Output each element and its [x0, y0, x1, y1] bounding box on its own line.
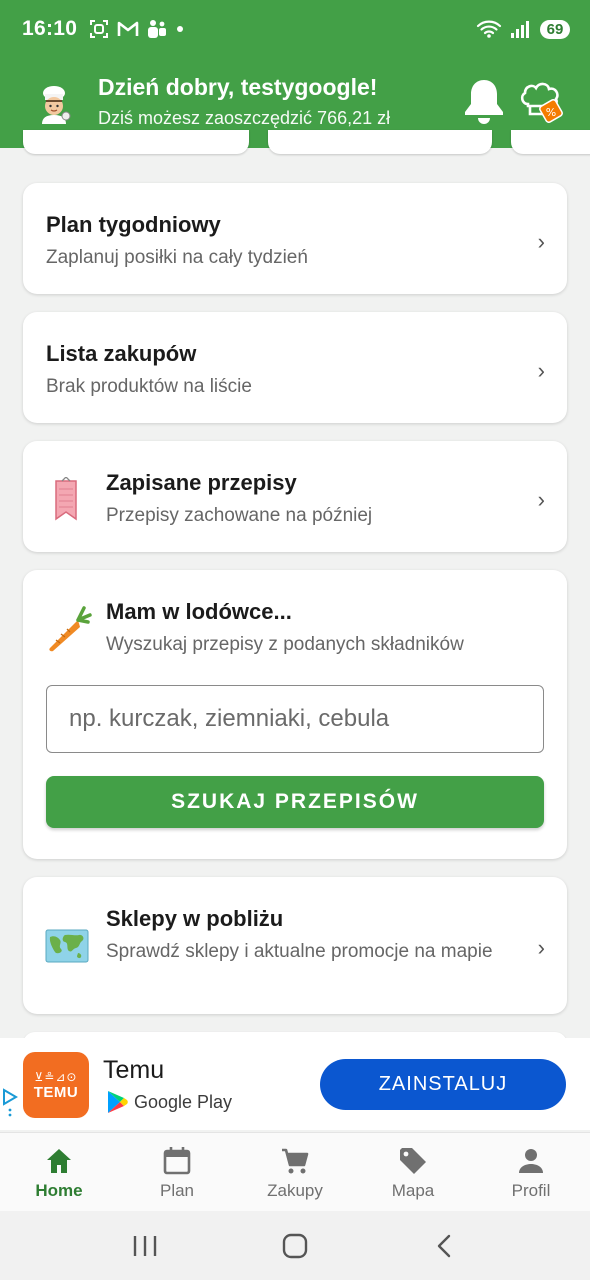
card-title: Plan tygodniowy [46, 212, 221, 237]
nav-label: Zakupy [267, 1181, 323, 1200]
fridge-search-card: Mam w lodówce... Wyszukaj przepisy z pod… [23, 570, 567, 859]
nav-item-home[interactable]: Home [0, 1133, 118, 1211]
google-play-icon [108, 1091, 128, 1113]
chef-hat-discount-icon[interactable]: % [518, 78, 564, 126]
tag-icon [400, 1148, 426, 1174]
wifi-icon [476, 20, 502, 38]
card-subtitle: Wyszukaj przepisy z podanych składników [106, 634, 464, 655]
search-recipes-button[interactable]: SZUKAJ PRZEPISÓW [46, 776, 544, 828]
ad-banner[interactable]: ⊻≗⊿⊙ TEMU Temu Google Play ZAINSTALUJ [0, 1038, 590, 1130]
shopping-list-card[interactable]: Lista zakupów Brak produktów na liście › [23, 312, 567, 423]
chevron-right-icon: › [537, 358, 545, 383]
person-icon [519, 1149, 543, 1173]
back-icon[interactable] [430, 1233, 460, 1259]
bell-icon[interactable] [460, 76, 508, 126]
status-time: 16:10 [22, 17, 78, 40]
saved-recipes-card[interactable]: Zapisane przepisy Przepisy zachowane na … [23, 441, 567, 552]
home-icon [47, 1149, 71, 1173]
chevron-right-icon: › [537, 229, 545, 254]
calendar-icon [163, 1147, 191, 1175]
carrot-icon [49, 606, 92, 652]
ingredients-input-placeholder: np. kurczak, ziemniaki, cebula [69, 705, 390, 732]
chevron-right-icon: › [537, 487, 545, 512]
chef-avatar-icon [42, 86, 71, 124]
dot-icon [177, 26, 184, 32]
scrolled-card-peek [511, 130, 590, 154]
battery-icon: 69 [540, 19, 570, 39]
card-title: Mam w lodówce... [106, 599, 292, 624]
notification-icons [89, 19, 185, 39]
gmail-icon [117, 21, 139, 36]
nearby-stores-card[interactable]: Sklepy w pobliżu Sprawdź sklepy i aktual… [23, 877, 567, 1014]
nav-label: Mapa [391, 1181, 435, 1200]
bookmark-icon [55, 477, 77, 521]
card-subtitle: Sprawdź sklepy i aktualne promocje na ma… [106, 941, 493, 962]
chevron-right-icon: › [537, 935, 545, 960]
temu-logo-text: TEMU [33, 1083, 79, 1101]
ingredients-input[interactable]: np. kurczak, ziemniaki, cebula [46, 685, 544, 753]
nav-label: Plan [159, 1181, 195, 1200]
install-button[interactable]: ZAINSTALUJ [320, 1059, 566, 1110]
recents-icon[interactable] [130, 1233, 160, 1259]
ad-app-name: Temu [103, 1056, 165, 1084]
teams-icon [148, 20, 167, 38]
system-navigation-bar [0, 1211, 590, 1280]
world-map-icon [45, 929, 89, 963]
nav-label: Profil [511, 1181, 551, 1200]
card-subtitle: Brak produktów na liście [46, 376, 252, 397]
screenshot-icon [90, 20, 109, 38]
nav-item-shopping[interactable]: Zakupy [236, 1133, 354, 1211]
ad-choices-icon[interactable] [2, 1088, 18, 1118]
home-button-icon[interactable] [280, 1233, 310, 1259]
nav-item-profile[interactable]: Profil [472, 1133, 590, 1211]
weekly-plan-card[interactable]: Plan tygodniowy Zaplanuj posiłki na cały… [23, 183, 567, 294]
signal-icon [511, 21, 529, 38]
temu-logo-glyphs: ⊻≗⊿⊙ [34, 1069, 78, 1084]
nav-item-plan[interactable]: Plan [118, 1133, 236, 1211]
temu-app-logo[interactable]: ⊻≗⊿⊙ TEMU [23, 1052, 89, 1118]
status-bar: 16:10 69 [0, 0, 590, 58]
card-title: Lista zakupów [46, 341, 197, 366]
savings-text: Dziś możesz zaoszczędzić 766,21 zł [98, 108, 391, 128]
scrolled-card-peek [23, 130, 249, 154]
system-status-icons: 69 [476, 19, 570, 39]
greeting-title: Dzień dobry, testygoogle! [98, 74, 378, 100]
card-subtitle: Przepisy zachowane na później [106, 505, 373, 526]
nav-item-map[interactable]: Mapa [354, 1133, 472, 1211]
google-play-badge: Google Play [106, 1090, 232, 1114]
nav-label: Home [35, 1181, 83, 1200]
svg-text:%: % [546, 106, 556, 119]
card-title: Sklepy w pobliżu [106, 906, 284, 931]
scrolled-card-peek [268, 130, 492, 154]
cart-icon [282, 1148, 309, 1174]
bottom-navigation: Home Plan Zakupy Mapa Profil [0, 1132, 590, 1211]
card-subtitle: Zaplanuj posiłki na cały tydzień [46, 247, 308, 268]
google-play-label: Google Play [134, 1091, 233, 1112]
card-title: Zapisane przepisy [106, 470, 297, 495]
